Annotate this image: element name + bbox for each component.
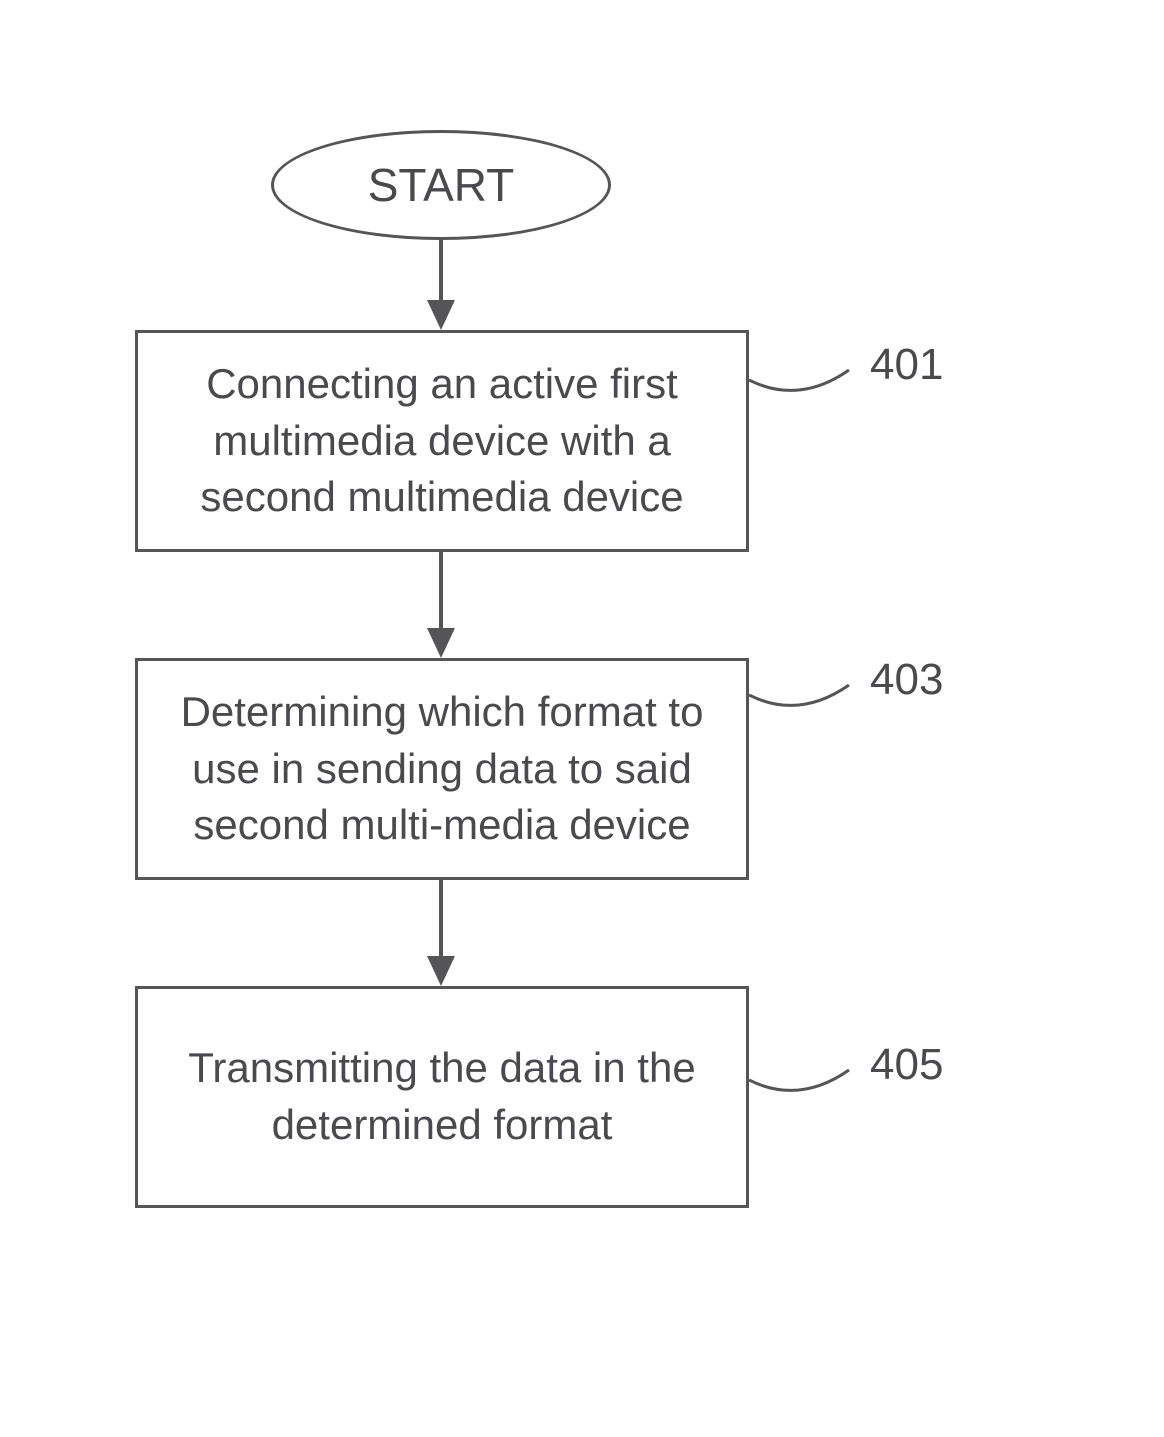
- step-1-text: Connecting an active first multimedia de…: [166, 356, 718, 526]
- start-label: START: [368, 158, 515, 212]
- step-2-box: Determining which format to use in sendi…: [135, 658, 749, 880]
- arrow-start-to-step1: [420, 240, 462, 332]
- arrow-step2-to-step3: [420, 880, 462, 988]
- step-2-text: Determining which format to use in sendi…: [166, 684, 718, 854]
- arrow-step1-to-step2: [420, 552, 462, 660]
- step-1-box: Connecting an active first multimedia de…: [135, 330, 749, 552]
- start-node: START: [271, 130, 611, 240]
- flowchart-canvas: START Connecting an active first multime…: [0, 0, 1164, 1437]
- ref-label-403: 403: [870, 655, 943, 705]
- step-3-box: Transmitting the data in the determined …: [135, 986, 749, 1208]
- ref-label-405: 405: [870, 1040, 943, 1090]
- connector-ref-401: [749, 350, 859, 410]
- connector-ref-403: [749, 665, 859, 725]
- connector-ref-405: [749, 1050, 859, 1110]
- ref-label-401: 401: [870, 340, 943, 390]
- step-3-text: Transmitting the data in the determined …: [166, 1040, 718, 1153]
